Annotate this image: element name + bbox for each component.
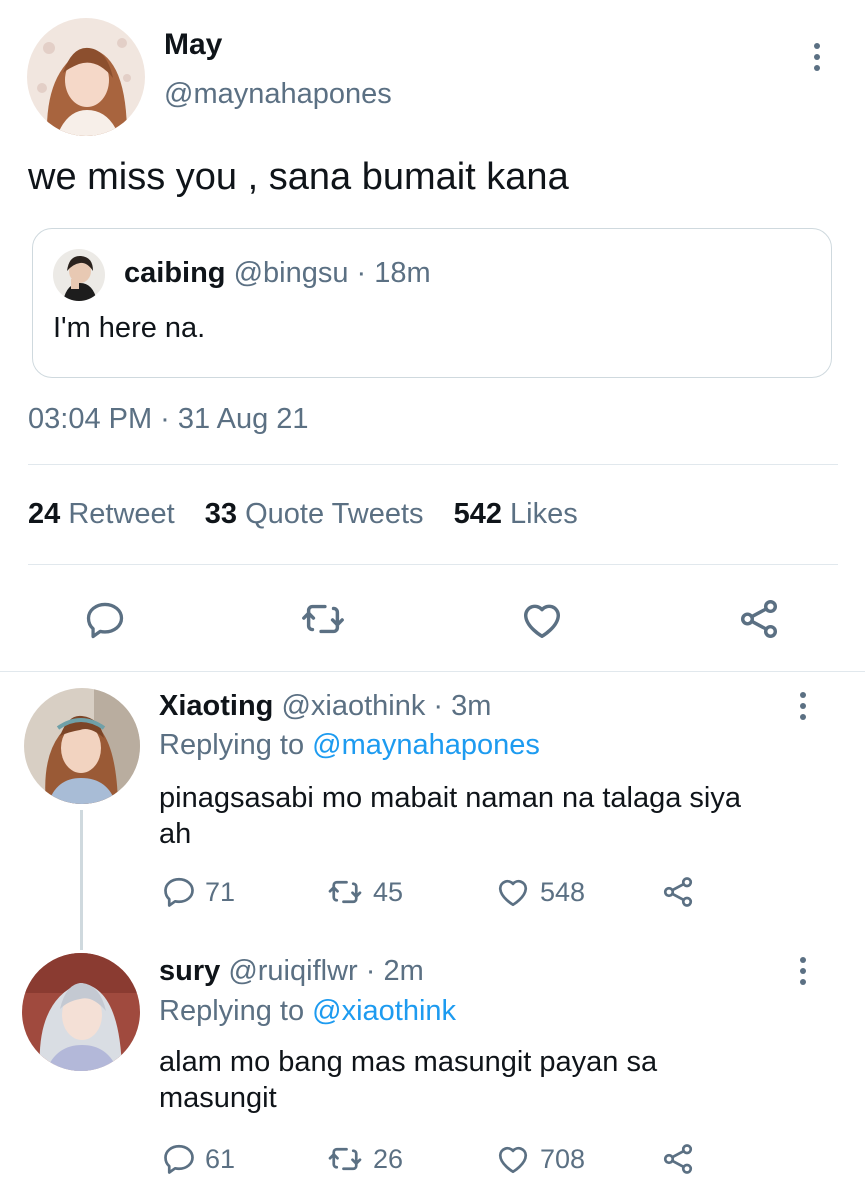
more-options-icon[interactable]: [798, 957, 808, 985]
more-options-icon[interactable]: [798, 692, 808, 720]
tweet-timestamp[interactable]: 03:04 PM · 31 Aug 21: [28, 403, 309, 436]
reply-author-name[interactable]: sury: [159, 955, 220, 987]
quoted-author-meta: @bingsu · 18m: [233, 257, 431, 289]
reply-action[interactable]: 71: [161, 874, 235, 910]
quoted-tweet-card[interactable]: caibing @bingsu · 18m I'm here na.: [32, 228, 832, 378]
reply-text-line: ah: [159, 818, 192, 850]
quotes-count: 33: [204, 498, 238, 530]
reply-text: pinagsasabi mo mabait naman na talaga si…: [159, 780, 741, 852]
retweet-action[interactable]: 26: [325, 1141, 403, 1177]
reply-action[interactable]: 61: [161, 1141, 235, 1177]
replying-to-handle[interactable]: @xiaothink: [312, 995, 456, 1027]
like-action[interactable]: 548: [494, 874, 585, 910]
retweets-label: Retweet: [68, 498, 175, 530]
reply-text-line: alam mo bang mas masungit payan sa: [159, 1046, 658, 1078]
quoted-tweet-text: I'm here na.: [53, 312, 206, 344]
reply-count: 61: [205, 1143, 236, 1174]
replying-to-label: Replying to: [159, 995, 305, 1027]
share-icon: [663, 877, 693, 907]
share-icon: [663, 1144, 693, 1174]
divider: [28, 464, 838, 465]
author-handle[interactable]: @maynahapones: [164, 78, 392, 111]
quotes-stat[interactable]: 33 Quote Tweets: [205, 498, 432, 530]
avatar[interactable]: [53, 249, 105, 301]
reply-author-meta: @xiaothink · 3m: [281, 690, 492, 722]
reply-author-name[interactable]: Xiaoting: [159, 690, 273, 722]
reply-text: alam mo bang mas masungit payan sa masun…: [159, 1044, 657, 1116]
tweet-text: we miss you , sana bumait kana: [28, 156, 569, 198]
quotes-label: Quote Tweets: [245, 498, 424, 530]
reply-icon: [164, 1144, 194, 1174]
reply-author-meta: @ruiqiflwr · 2m: [228, 955, 424, 987]
retweets-stat[interactable]: 24 Retweet: [28, 498, 183, 530]
retweet-count: 45: [373, 876, 404, 907]
thread-line: [80, 810, 83, 950]
reply-text-line: pinagsasabi mo mabait naman na talaga si…: [159, 782, 741, 814]
share-action[interactable]: [660, 874, 696, 910]
author-name[interactable]: May: [164, 28, 222, 62]
like-icon[interactable]: [518, 597, 566, 648]
likes-label: Likes: [510, 498, 578, 530]
reply-text-line: masungit: [159, 1082, 277, 1114]
retweet-icon[interactable]: [298, 596, 348, 647]
reply-count: 71: [205, 876, 236, 907]
like-icon: [498, 1146, 528, 1174]
retweet-icon: [328, 1147, 362, 1171]
like-count: 708: [540, 1143, 586, 1174]
retweet-count: 26: [373, 1143, 404, 1174]
avatar[interactable]: [27, 18, 145, 136]
tweet-stats: 24 Retweet 33 Quote Tweets 542 Likes: [28, 498, 578, 531]
like-count: 548: [540, 876, 586, 907]
retweet-icon: [328, 880, 362, 904]
avatar[interactable]: [22, 953, 140, 1071]
reply-icon[interactable]: [82, 598, 128, 647]
quoted-author-name[interactable]: caibing: [124, 257, 226, 289]
like-action[interactable]: 708: [494, 1141, 585, 1177]
avatar[interactable]: [24, 688, 140, 804]
divider: [28, 564, 838, 565]
section-divider: [0, 671, 865, 672]
likes-count: 542: [453, 498, 502, 530]
like-icon: [498, 879, 528, 907]
replying-to-label: Replying to: [159, 729, 305, 761]
retweets-count: 24: [28, 498, 61, 530]
replying-to-handle[interactable]: @maynahapones: [312, 729, 540, 761]
share-icon[interactable]: [736, 596, 782, 647]
reply-icon: [164, 877, 194, 907]
share-action[interactable]: [660, 1141, 696, 1177]
likes-stat[interactable]: 542 Likes: [454, 498, 578, 530]
retweet-action[interactable]: 45: [325, 874, 403, 910]
more-options-icon[interactable]: [812, 43, 822, 71]
